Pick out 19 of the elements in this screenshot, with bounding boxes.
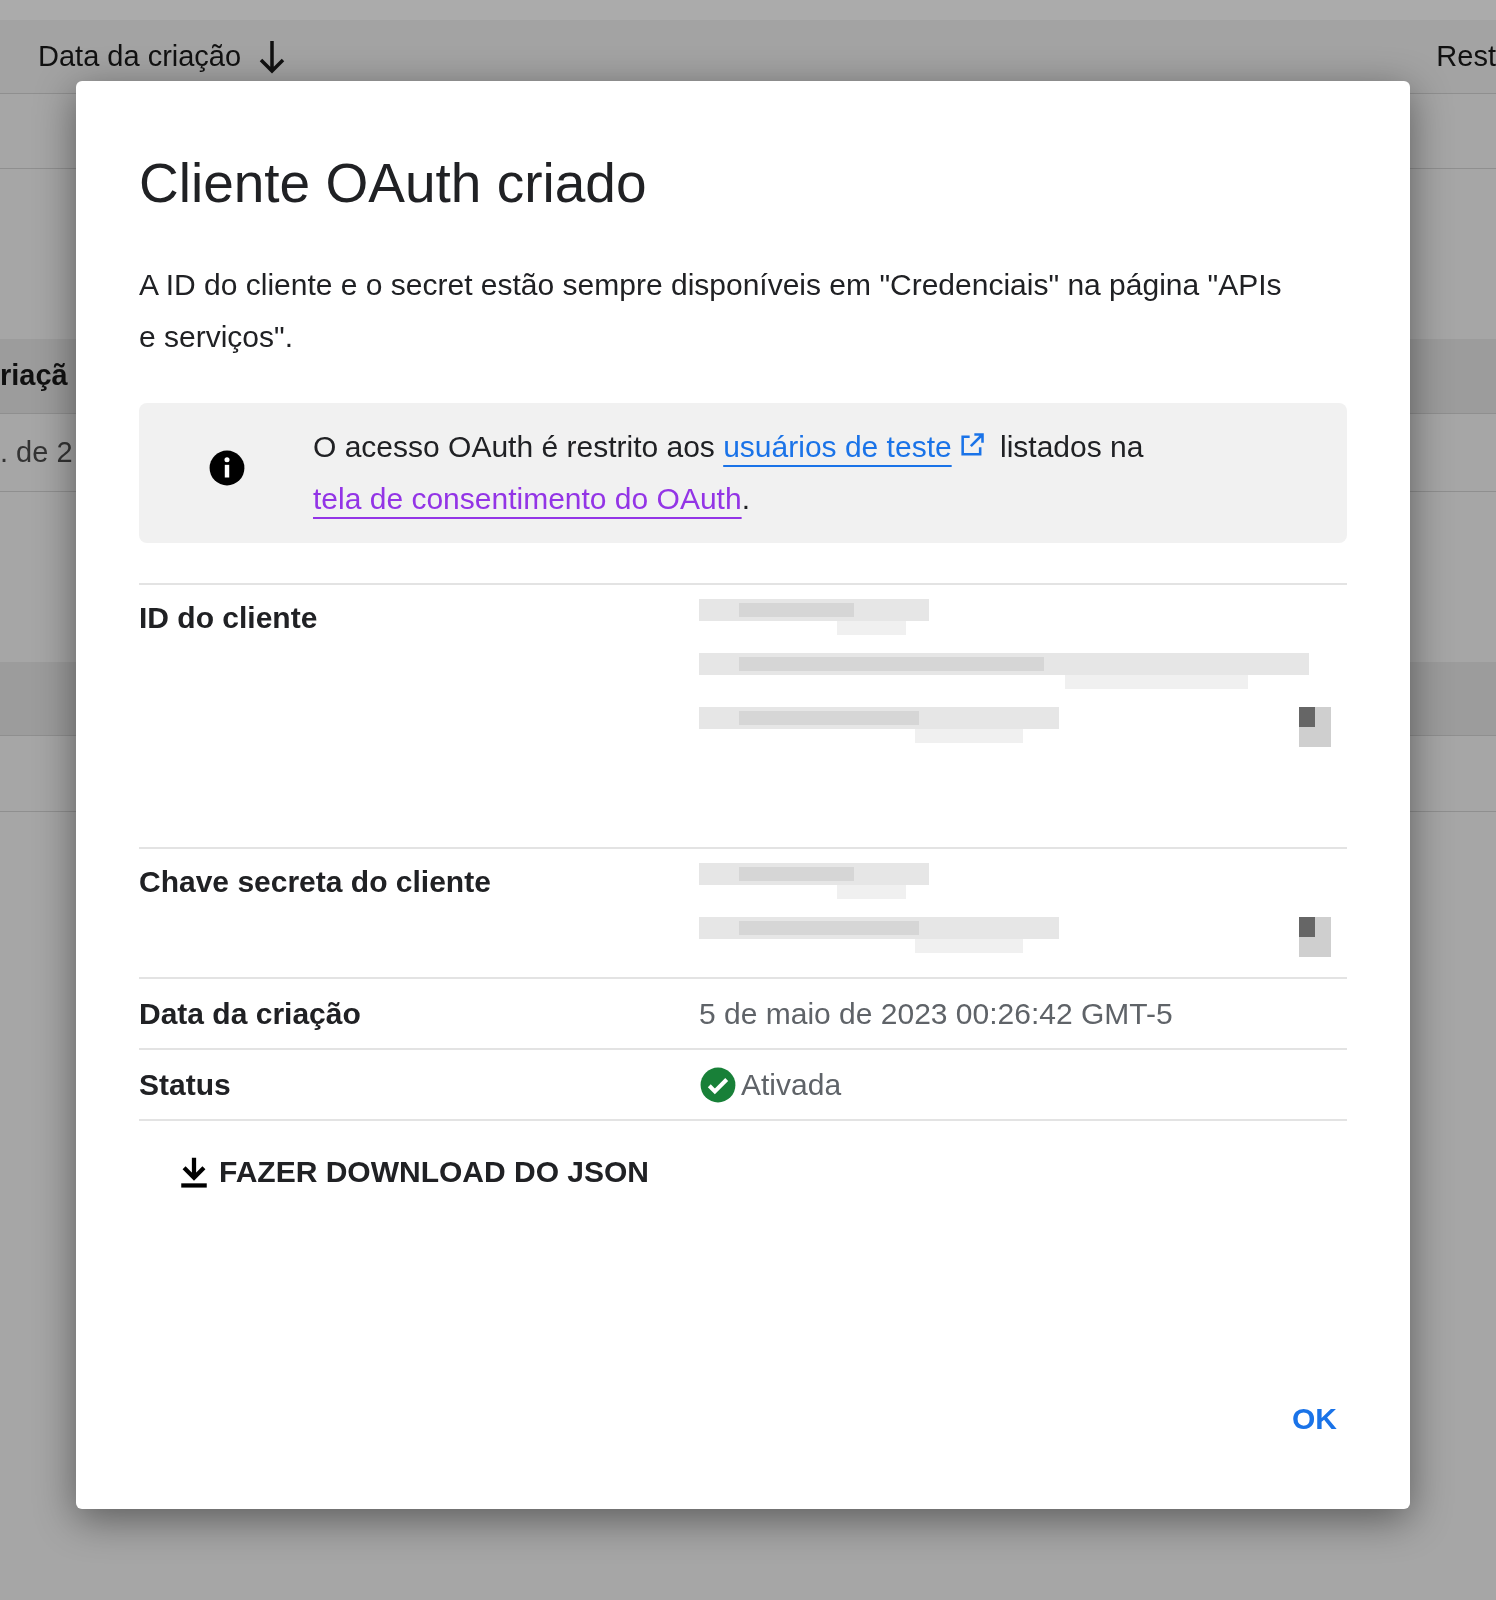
field-label: ID do cliente bbox=[139, 601, 318, 634]
notice-text: O acesso OAuth é restrito aos usuários de teste listados na tela de consentimento do OAuth. bbox=[313, 429, 1145, 517]
table-cell-text: . de 2 bbox=[0, 434, 73, 470]
field-label: Chave secreta do cliente bbox=[139, 865, 491, 898]
check-circle-icon bbox=[699, 1065, 737, 1104]
field-label: Data da criação bbox=[139, 997, 361, 1030]
info-icon bbox=[208, 449, 246, 487]
description-text: A ID do cliente e o secret estão sempre disponíveis em "Credenciais" na página "APIs e serviços". bbox=[139, 267, 1283, 355]
column-header[interactable]: Data da criação bbox=[38, 34, 242, 79]
dialog-title: Cliente OAuth criado bbox=[139, 151, 648, 215]
status-value: Ativada bbox=[741, 1067, 842, 1103]
test-users-link[interactable]: usuários de teste bbox=[723, 430, 952, 463]
download-json-button[interactable]: FAZER DOWNLOAD DO JSON bbox=[175, 1141, 651, 1202]
field-label: Status bbox=[139, 1068, 231, 1101]
ok-button[interactable]: OK bbox=[1282, 1386, 1347, 1451]
field-value: 5 de maio de 2023 00:26:42 GMT-5 bbox=[699, 997, 1173, 1030]
column-header[interactable]: Rest bbox=[1436, 34, 1496, 79]
consent-screen-link[interactable]: tela de consentimento do OAuth bbox=[313, 482, 742, 515]
column-header: riaçã bbox=[0, 358, 68, 394]
